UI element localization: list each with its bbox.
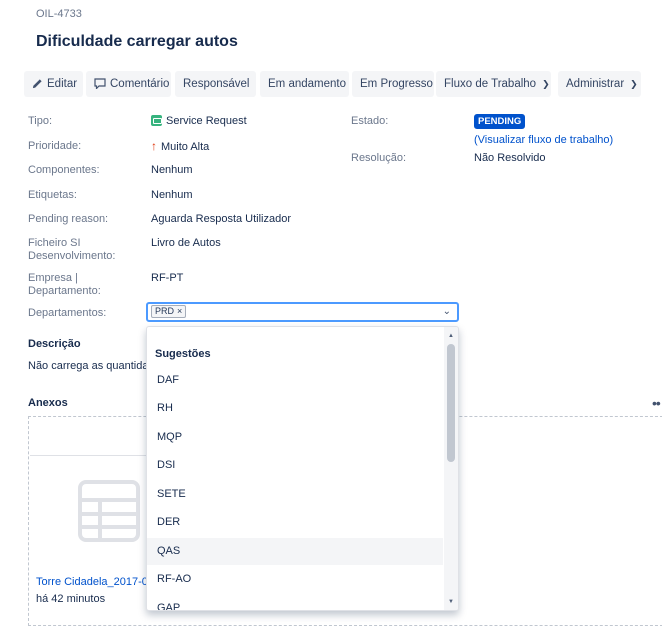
- suggestion-option[interactable]: DAF: [147, 367, 443, 394]
- attachment-file-name[interactable]: Torre Cidadela_2017-0: [36, 576, 148, 588]
- more-options-icon[interactable]: ••: [652, 395, 661, 411]
- file-si-label-line2: Desenvolvimento:: [28, 250, 116, 262]
- transition-in-progress-button[interactable]: Em andamento: [260, 71, 349, 97]
- assign-button-label: Responsável: [183, 78, 250, 90]
- suggestions-header: Sugestões: [155, 348, 211, 360]
- company-label-line2: Departamento:: [28, 285, 101, 297]
- transition-progress-label: Em Progresso: [360, 78, 433, 90]
- labels-label: Etiquetas:: [28, 189, 77, 201]
- type-label: Tipo:: [28, 115, 53, 127]
- suggestion-option-hovered[interactable]: QAS: [147, 538, 443, 565]
- description-heading[interactable]: Descrição: [28, 338, 81, 350]
- view-workflow-link[interactable]: (Visualizar fluxo de trabalho): [474, 134, 613, 146]
- remove-chip-icon[interactable]: ×: [177, 306, 182, 316]
- file-si-label-line1: Ficheiro SI: [28, 237, 81, 249]
- type-value-text: Service Request: [166, 115, 247, 127]
- comment-icon: [94, 78, 106, 90]
- edit-button[interactable]: Editar: [24, 71, 83, 97]
- pencil-icon: [32, 79, 42, 89]
- components-label: Componentes:: [28, 164, 100, 176]
- comment-button-label: Comentário: [110, 78, 170, 90]
- resolution-label: Resolução:: [351, 152, 407, 164]
- spreadsheet-file-icon: [78, 480, 140, 542]
- company-label-line1: Empresa |: [28, 272, 78, 284]
- type-value: Service Request: [151, 115, 247, 128]
- priority-arrow-up-icon: ↑: [151, 139, 157, 153]
- resolution-value: Não Resolvido: [474, 152, 546, 164]
- scrollbar-thumb[interactable]: [447, 344, 455, 462]
- admin-dropdown-button[interactable]: Administrar ❯: [558, 71, 641, 97]
- admin-button-label: Administrar: [566, 78, 625, 90]
- attachment-time: há 42 minutos: [36, 593, 106, 605]
- priority-value: ↑ Muito Alta: [151, 140, 209, 154]
- chevron-down-icon: ❯: [630, 79, 638, 89]
- department-chip-label: PRD: [155, 306, 175, 316]
- service-request-icon: [151, 115, 162, 126]
- file-si-value[interactable]: Livro de Autos: [151, 237, 221, 250]
- comment-button[interactable]: Comentário: [86, 71, 171, 97]
- dropdown-scrollbar[interactable]: ▲ ▼: [444, 327, 458, 610]
- suggestion-option[interactable]: DSI: [147, 452, 443, 479]
- scroll-up-arrow-icon[interactable]: ▲: [448, 333, 454, 339]
- workflow-dropdown-button[interactable]: Fluxo de Trabalho ❯: [436, 71, 551, 97]
- suggestion-option[interactable]: GAP: [147, 595, 443, 610]
- assign-button[interactable]: Responsável: [175, 71, 256, 97]
- suggestion-option[interactable]: RF-AO: [147, 566, 443, 593]
- attachments-heading[interactable]: Anexos: [28, 397, 68, 409]
- suggestion-option[interactable]: MQP: [147, 424, 443, 451]
- departments-suggestions-dropdown[interactable]: Sugestões DAF RH MQP DSI SETE DER QAS RF…: [146, 326, 459, 611]
- chevron-down-icon[interactable]: ⌄: [443, 306, 451, 317]
- company-label: Empresa | Departamento:: [28, 272, 101, 298]
- issue-title[interactable]: Dificuldade carregar autos: [36, 33, 238, 51]
- priority-value-text: Muito Alta: [161, 141, 210, 153]
- status-badge: PENDING: [474, 114, 526, 129]
- pending-reason-label: Pending reason:: [28, 213, 109, 225]
- transition-in-progress-label: Em andamento: [268, 78, 346, 90]
- components-value[interactable]: Nenhum: [151, 164, 193, 177]
- workflow-button-label: Fluxo de Trabalho: [444, 78, 537, 90]
- suggestion-option[interactable]: RH: [147, 395, 443, 422]
- chevron-down-icon: ❯: [542, 79, 550, 89]
- pending-reason-value[interactable]: Aguarda Resposta Utilizador: [151, 213, 291, 226]
- state-label: Estado:: [351, 115, 389, 127]
- suggestion-option[interactable]: SETE: [147, 481, 443, 508]
- scroll-down-arrow-icon[interactable]: ▼: [448, 599, 454, 605]
- file-si-label: Ficheiro SI Desenvolvimento:: [28, 237, 115, 263]
- issue-key[interactable]: OIL-4733: [36, 8, 82, 20]
- transition-progress-button[interactable]: Em Progresso: [352, 71, 434, 97]
- suggestion-option[interactable]: DER: [147, 509, 443, 536]
- priority-label: Prioridade:: [28, 140, 82, 152]
- company-value[interactable]: RF-PT: [151, 272, 183, 285]
- departments-input[interactable]: PRD × ⌄: [146, 302, 459, 322]
- description-text[interactable]: Não carrega as quantida: [28, 360, 148, 372]
- department-chip: PRD ×: [151, 305, 187, 318]
- departments-label: Departamentos:: [28, 307, 107, 319]
- labels-value[interactable]: Nenhum: [151, 189, 193, 202]
- edit-button-label: Editar: [47, 78, 78, 90]
